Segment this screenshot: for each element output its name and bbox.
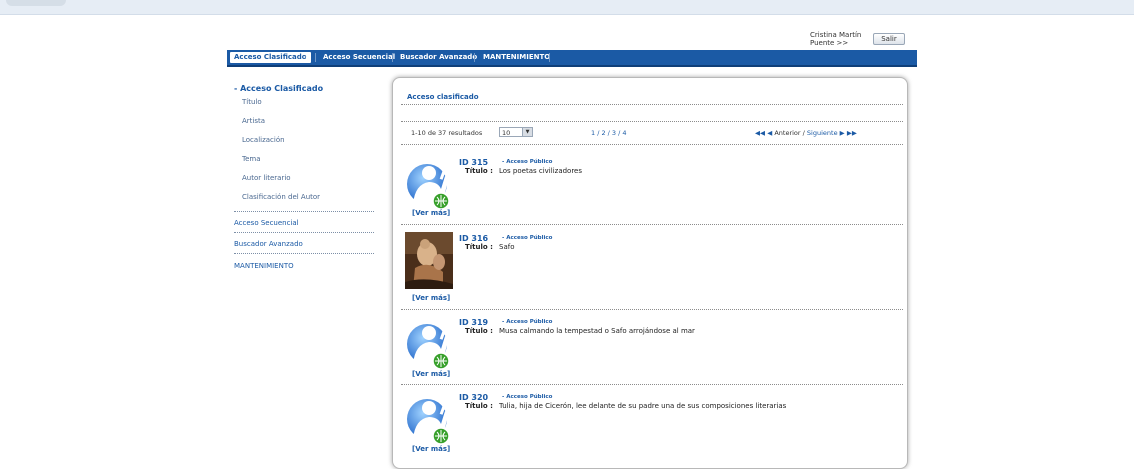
title-label: Título : [465, 327, 493, 335]
record-title: Los poetas civilizadores [499, 167, 583, 175]
nav-tab-buscador-avanzado[interactable]: Buscador Avanzado [400, 50, 477, 65]
main-nav: Acceso Clasificado ▾ Acceso Secuencial B… [227, 50, 917, 67]
record-id[interactable]: ID 319 [459, 318, 488, 327]
access-badge: Acceso Público [506, 235, 553, 241]
record-separator: - [502, 319, 505, 325]
nav-separator [549, 53, 550, 62]
record-separator: - [502, 394, 505, 400]
access-badge: Acceso Público [506, 159, 553, 165]
user-surname-link[interactable]: Puente >> [810, 39, 861, 47]
record-access: - Acceso Público [502, 394, 552, 400]
divider [401, 144, 903, 145]
ver-mas-link[interactable]: [Ver más] [412, 294, 450, 302]
record-id[interactable]: ID 316 [459, 234, 488, 243]
nav-tab-acceso-secuencial[interactable]: Acceso Secuencial [323, 50, 395, 65]
ver-mas-link[interactable]: [Ver más] [412, 209, 450, 217]
generic-person-icon [407, 159, 450, 210]
results-panel: Acceso clasificado 1-10 de 37 resultados… [392, 77, 908, 469]
painting-thumbnail [405, 232, 453, 289]
chevron-down-icon[interactable]: ▼ [522, 128, 532, 136]
logout-button[interactable]: Salir [873, 33, 905, 45]
record-id[interactable]: ID 320 [459, 393, 488, 402]
divider [234, 232, 374, 233]
nav-tab-acceso-clasificado[interactable]: Acceso Clasificado [230, 52, 311, 63]
panel-title: Acceso clasificado [407, 93, 479, 101]
divider [234, 253, 374, 254]
prev-label[interactable]: Anterior / [774, 129, 805, 137]
divider [401, 121, 903, 122]
next-last-arrows-icon[interactable]: ▶ ▶▶ [840, 129, 857, 137]
sidebar-item-buscador-avanzado[interactable]: Buscador Avanzado [234, 240, 303, 248]
sidebar-item-autor-literario[interactable]: Autor literario [242, 174, 291, 182]
record-separator: - [502, 235, 505, 241]
user-name: Cristina Martín [810, 31, 862, 39]
nav-separator [474, 53, 475, 62]
ver-mas-link[interactable]: [Ver más] [412, 445, 450, 453]
sidebar-item-mantenimiento[interactable]: MANTENIMIENTO [234, 262, 294, 270]
generic-person-icon [407, 394, 450, 445]
title-label: Título : [465, 243, 493, 251]
title-label: Título : [465, 167, 493, 175]
ver-mas-link[interactable]: [Ver más] [412, 370, 450, 378]
generic-person-icon [407, 319, 450, 370]
chevron-down-icon[interactable]: ▾ [302, 53, 312, 63]
record-title: Tulia, hija de Cicerón, lee delante de s… [499, 402, 787, 410]
top-strip [0, 0, 1134, 15]
pagination-nav: ◀◀ ◀ Anterior / Siguiente ▶ ▶▶ [755, 129, 857, 137]
record-title: Safo [499, 243, 515, 251]
title-label: Título : [465, 402, 493, 410]
sidebar-item-titulo[interactable]: Título [242, 98, 262, 106]
sidebar-item-artista[interactable]: Artista [242, 117, 265, 125]
user-info: Cristina Martín Puente >> [810, 31, 861, 47]
nav-separator [392, 53, 393, 62]
record-separator: - [502, 159, 505, 165]
record-access: - Acceso Público [502, 319, 552, 325]
access-badge: Acceso Público [506, 319, 553, 325]
nav-separator [315, 53, 316, 62]
first-prev-arrows-icon[interactable]: ◀◀ ◀ [755, 129, 772, 137]
divider [401, 104, 903, 105]
page-size-value: 10 [502, 129, 511, 137]
next-link[interactable]: Siguiente [807, 129, 838, 137]
record-access: - Acceso Público [502, 159, 552, 165]
results-count: 1-10 de 37 resultados [411, 129, 483, 137]
top-strip-logo [6, 0, 66, 6]
access-badge: Acceso Público [506, 394, 553, 400]
sidebar-item-tema[interactable]: Tema [242, 155, 261, 163]
divider [401, 384, 903, 385]
nav-tab-mantenimiento[interactable]: MANTENIMIENTO [483, 50, 550, 65]
divider [401, 309, 903, 310]
sidebar-item-clasificacion-autor[interactable]: Clasificación del Autor [242, 193, 320, 201]
record-title: Musa calmando la tempestad o Safo arrojá… [499, 327, 695, 335]
sidebar-item-localizacion[interactable]: Localización [242, 136, 285, 144]
sidebar-heading[interactable]: - Acceso Clasificado [234, 84, 323, 93]
record-id[interactable]: ID 315 [459, 158, 488, 167]
sidebar-item-acceso-secuencial[interactable]: Acceso Secuencial [234, 219, 299, 227]
divider [234, 211, 374, 212]
record-access: - Acceso Público [502, 235, 552, 241]
page-size-select[interactable]: 10 ▼ [499, 127, 533, 137]
divider [401, 224, 903, 225]
page-links[interactable]: 1 / 2 / 3 / 4 [591, 129, 627, 137]
